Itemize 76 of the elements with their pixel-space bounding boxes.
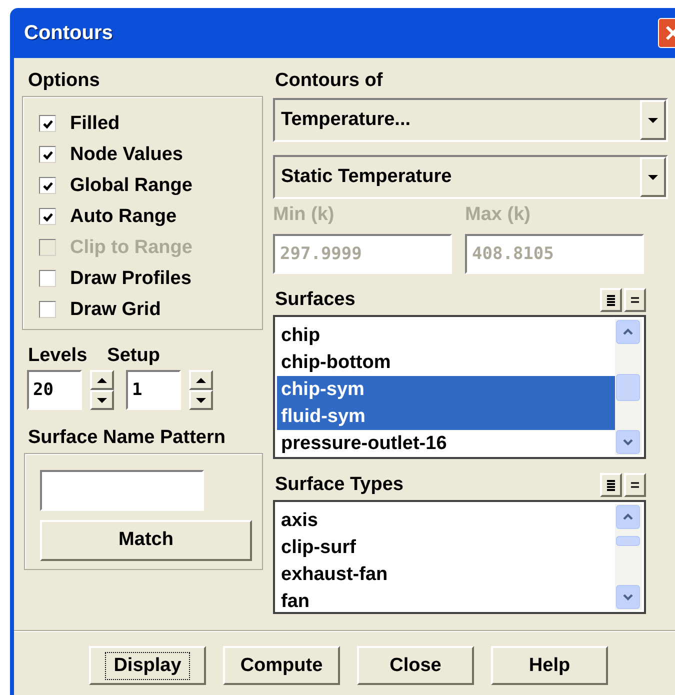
- list-item[interactable]: chip-bottom: [277, 349, 615, 376]
- setup-label: Setup: [107, 345, 160, 367]
- checkbox[interactable]: [39, 208, 56, 225]
- scrollbar[interactable]: [615, 319, 642, 455]
- dropdown-value: Temperature...: [281, 108, 412, 132]
- checkbox-label: Global Range: [70, 174, 192, 196]
- scroll-thumb[interactable]: [616, 374, 640, 401]
- list-label: Surface Types: [274, 474, 404, 496]
- spin-down-button[interactable]: [90, 390, 114, 410]
- dropdown-value: Static Temperature: [281, 164, 453, 189]
- checkbox[interactable]: [39, 115, 56, 132]
- checkbox-label: Node Values: [70, 144, 183, 166]
- list-item[interactable]: chip-sym: [277, 376, 615, 403]
- checkbox[interactable]: [39, 177, 56, 194]
- checkbox[interactable]: [39, 146, 56, 163]
- spin-down-button[interactable]: [189, 390, 213, 410]
- deselect-all-button[interactable]: [624, 473, 646, 497]
- levels-field[interactable]: 20: [27, 370, 82, 410]
- lines-icon: [606, 294, 616, 306]
- setup-field[interactable]: 1: [126, 370, 181, 410]
- options-label: Options: [27, 70, 101, 92]
- spin-up-button[interactable]: [189, 370, 213, 390]
- checkmark-icon: [42, 210, 54, 222]
- match-button[interactable]: Match: [40, 520, 252, 561]
- dialog-button[interactable]: Display: [89, 646, 206, 685]
- dialog-button[interactable]: Close: [357, 646, 474, 685]
- deselect-all-button[interactable]: [624, 288, 646, 312]
- contours-of-label: Contours of: [274, 70, 384, 92]
- select-all-button[interactable]: [600, 288, 622, 312]
- down-chevron-icon: [622, 437, 634, 447]
- list-item[interactable]: fan: [277, 588, 615, 615]
- checkmark-icon: [42, 118, 54, 130]
- list-item[interactable]: fluid-sym: [277, 403, 615, 430]
- list-item[interactable]: axis: [277, 507, 615, 534]
- checkbox-label: Draw Profiles: [70, 268, 192, 290]
- list-label: Surfaces: [274, 289, 356, 311]
- checkbox-label: Clip to Range: [70, 236, 192, 258]
- spin-up-button[interactable]: [90, 370, 114, 390]
- dropdown-arrow-icon: [647, 116, 659, 124]
- list-item[interactable]: pressure-outlet-16: [277, 430, 615, 457]
- dropdown[interactable]: Temperature...: [273, 98, 668, 142]
- scroll-up-button[interactable]: [616, 320, 640, 344]
- up-chevron-icon: [622, 327, 634, 337]
- up-triangle-icon: [195, 376, 207, 384]
- scrollbar[interactable]: [615, 504, 642, 610]
- dropdown-arrow-icon: [647, 172, 659, 182]
- down-triangle-icon: [96, 396, 108, 404]
- up-chevron-icon: [622, 512, 634, 522]
- checkbox-label: Draw Grid: [70, 298, 161, 320]
- scroll-thumb[interactable]: [616, 536, 640, 546]
- down-triangle-icon: [195, 396, 207, 404]
- min-label: Min (k): [273, 204, 336, 226]
- dialog-button[interactable]: Help: [491, 646, 608, 685]
- window-title: Contours: [24, 21, 113, 46]
- lines-icon: [606, 478, 616, 492]
- checkbox[interactable]: [39, 301, 56, 318]
- checkbox-label: Filled: [70, 112, 120, 134]
- checkmark-icon: [42, 180, 54, 192]
- scroll-down-button[interactable]: [616, 430, 640, 454]
- list-item[interactable]: chip: [277, 322, 615, 349]
- checkbox-label: Auto Range: [70, 206, 177, 228]
- down-chevron-icon: [622, 592, 634, 602]
- dropdown[interactable]: Static Temperature: [273, 155, 668, 199]
- pattern-label: Surface Name Pattern: [27, 427, 226, 449]
- up-triangle-icon: [96, 376, 108, 384]
- list-item[interactable]: exhaust-fan: [277, 561, 615, 588]
- pattern-field[interactable]: [40, 470, 204, 511]
- select-all-button[interactable]: [600, 473, 622, 497]
- dialog-button[interactable]: Compute: [223, 646, 340, 685]
- checkbox[interactable]: [39, 270, 56, 287]
- scroll-down-button[interactable]: [616, 585, 640, 609]
- levels-label: Levels: [28, 345, 88, 367]
- scroll-up-button[interactable]: [616, 505, 640, 529]
- list-item[interactable]: clip-surf: [277, 534, 615, 561]
- max-label: Max (k): [465, 204, 532, 226]
- checkmark-icon: [42, 148, 54, 160]
